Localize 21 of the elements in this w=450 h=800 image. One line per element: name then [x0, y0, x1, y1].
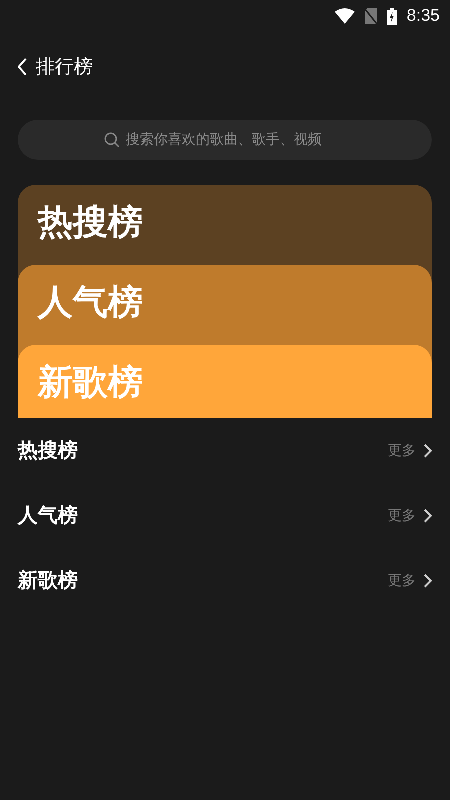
battery-charging-icon — [386, 8, 397, 24]
section-title: 热搜榜 — [18, 437, 78, 464]
more-button[interactable]: 更多 — [388, 442, 432, 460]
page-title: 排行榜 — [36, 55, 93, 80]
back-icon[interactable] — [18, 58, 28, 76]
chart-card[interactable]: 人气榜 — [18, 265, 432, 345]
clock-time: 8:35 — [406, 6, 440, 26]
chevron-right-icon — [424, 574, 432, 588]
chart-card[interactable]: 热搜榜 — [18, 185, 432, 265]
search-input[interactable]: 搜索你喜欢的歌曲、歌手、视频 — [126, 132, 346, 148]
search-icon — [104, 132, 120, 148]
section-title: 新歌榜 — [18, 567, 78, 594]
section-title: 人气榜 — [18, 502, 78, 529]
no-sim-icon — [364, 8, 377, 24]
chevron-right-icon — [424, 444, 432, 458]
chevron-right-icon — [424, 508, 432, 522]
wifi-icon — [334, 8, 355, 24]
search-field[interactable]: 搜索你喜欢的歌曲、歌手、视频 — [18, 120, 432, 160]
more-button[interactable]: 更多 — [388, 572, 432, 590]
chart-card[interactable]: 新歌榜 — [18, 345, 432, 418]
more-button[interactable]: 更多 — [388, 506, 432, 524]
